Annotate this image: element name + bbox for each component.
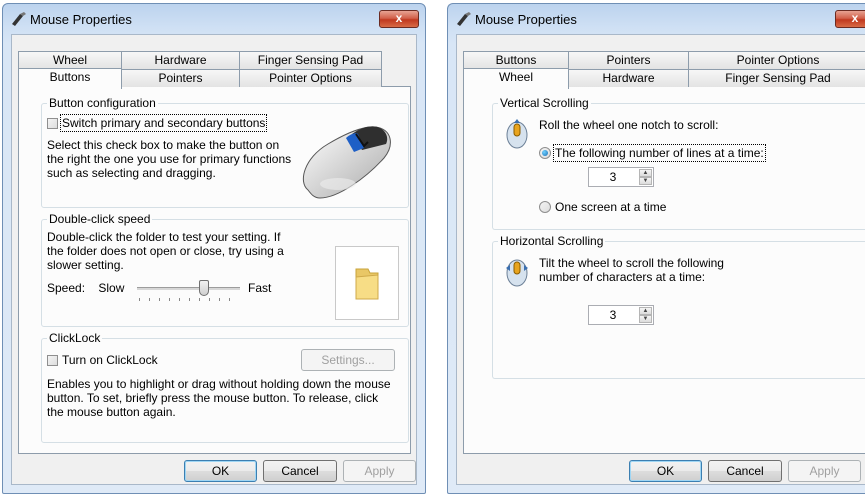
window-title: Mouse Properties <box>475 12 577 27</box>
spin-buttons: ▲ ▼ <box>639 169 652 185</box>
vertical-scrolling-group: Vertical Scrolling Roll the wheel one no… <box>492 96 865 230</box>
group-label: ClickLock <box>47 331 103 345</box>
screen-option[interactable]: One screen at a time <box>539 200 666 214</box>
mouse-properties-window-buttons: Mouse Properties x Wheel Hardware Finger… <box>2 3 426 494</box>
tab-wheel[interactable]: Wheel <box>18 51 122 69</box>
tab-pointers[interactable]: Pointers <box>568 51 689 69</box>
tab-row-back: Wheel Hardware Finger Sensing Pad <box>18 51 382 69</box>
checkbox-label: Switch primary and secondary buttons <box>59 114 268 132</box>
mouse-properties-window-wheel: Mouse Properties x Buttons Pointers Poin… <box>447 3 865 494</box>
double-click-description: Double-click the folder to test your set… <box>47 230 284 272</box>
group-label: Double-click speed <box>47 212 153 226</box>
horizontal-scrolling-group: Horizontal Scrolling Tilt the wheel to s… <box>492 234 865 379</box>
tab-finger-sensing-pad[interactable]: Finger Sensing Pad <box>239 51 382 69</box>
tab-pointer-options[interactable]: Pointer Options <box>239 69 382 87</box>
double-click-speed-group: Double-click speed Double-click the fold… <box>41 212 409 327</box>
button-config-description: Select this check box to make the button… <box>47 138 292 180</box>
spin-value[interactable]: 3 <box>589 308 637 322</box>
slider-ticks <box>139 298 238 301</box>
spin-down-button[interactable]: ▼ <box>639 315 652 323</box>
group-label: Horizontal Scrolling <box>498 234 606 248</box>
clicklock-settings-button[interactable]: Settings... <box>301 349 395 371</box>
lines-spinbox[interactable]: 3 ▲ ▼ <box>588 167 654 187</box>
tab-row-back: Buttons Pointers Pointer Options <box>463 51 865 69</box>
checkbox-box[interactable] <box>47 355 58 366</box>
clicklock-group: ClickLock Turn on ClickLock Settings... … <box>41 331 409 443</box>
radio-screen-label: One screen at a time <box>555 200 667 214</box>
tab-hardware[interactable]: Hardware <box>568 69 689 87</box>
cancel-button[interactable]: Cancel <box>708 460 782 482</box>
slider-track <box>137 287 240 290</box>
tab-row-front: Buttons Pointers Pointer Options <box>18 68 382 89</box>
radio-lines-label: The following number of lines at a time: <box>553 144 766 162</box>
apply-button[interactable]: Apply <box>343 460 416 482</box>
ok-button[interactable]: OK <box>184 460 257 482</box>
mouse-wheel-icon <box>506 119 528 149</box>
tab-finger-sensing-pad[interactable]: Finger Sensing Pad <box>688 69 865 87</box>
speed-label: Speed: <box>47 281 86 295</box>
test-folder-area[interactable] <box>335 246 399 320</box>
dialog-client: Buttons Pointers Pointer Options Wheel H… <box>456 34 865 485</box>
dialog-client: Wheel Hardware Finger Sensing Pad Button… <box>11 34 417 485</box>
spin-value[interactable]: 3 <box>589 170 637 184</box>
spin-up-button[interactable]: ▲ <box>639 307 652 315</box>
spin-buttons: ▲ ▼ <box>639 307 652 323</box>
double-click-speed-slider[interactable] <box>137 280 240 301</box>
button-configuration-group: Button configuration Switch primary and … <box>41 96 409 208</box>
mouse-image <box>302 126 391 199</box>
switch-buttons-checkbox[interactable]: Switch primary and secondary buttons <box>47 114 268 132</box>
tab-wheel[interactable]: Wheel <box>463 68 569 89</box>
mouse-tilt-icon <box>506 259 528 287</box>
tab-buttons[interactable]: Buttons <box>18 68 122 89</box>
window-title: Mouse Properties <box>30 12 132 27</box>
apply-button[interactable]: Apply <box>788 460 861 482</box>
fast-label: Fast <box>248 281 272 295</box>
speed-row: Speed: Slow <box>47 281 124 295</box>
clicklock-checkbox[interactable]: Turn on ClickLock <box>47 353 158 367</box>
folder-icon[interactable] <box>352 265 382 301</box>
mouse-pointer-icon <box>12 12 26 26</box>
tab-pointers[interactable]: Pointers <box>121 69 240 87</box>
tab-buttons[interactable]: Buttons <box>463 51 569 69</box>
tab-pointer-options[interactable]: Pointer Options <box>688 51 865 69</box>
title-bar[interactable]: Mouse Properties x <box>3 4 425 34</box>
vertical-instruction: Roll the wheel one notch to scroll: <box>539 118 719 132</box>
slider-thumb[interactable] <box>199 280 209 296</box>
group-label: Vertical Scrolling <box>498 96 591 110</box>
title-bar[interactable]: Mouse Properties x <box>448 4 865 34</box>
tab-hardware[interactable]: Hardware <box>121 51 240 69</box>
tab-panel-buttons: Button configuration Switch primary and … <box>18 86 411 454</box>
ok-button[interactable]: OK <box>629 460 702 482</box>
clicklock-description: Enables you to highlight or drag without… <box>47 377 391 419</box>
lines-option[interactable]: The following number of lines at a time: <box>539 144 766 162</box>
radio-lines[interactable] <box>539 147 551 159</box>
tab-row-front: Wheel Hardware Finger Sensing Pad <box>463 68 865 89</box>
slow-label: Slow <box>98 281 125 295</box>
radio-screen[interactable] <box>539 201 551 213</box>
close-button[interactable]: x <box>835 10 865 28</box>
checkbox-box[interactable] <box>47 118 58 129</box>
characters-spinbox[interactable]: 3 ▲ ▼ <box>588 305 654 325</box>
spin-down-button[interactable]: ▼ <box>639 177 652 185</box>
horizontal-instruction: Tilt the wheel to scroll the following n… <box>539 256 724 284</box>
checkbox-label: Turn on ClickLock <box>62 353 158 367</box>
spin-up-button[interactable]: ▲ <box>639 169 652 177</box>
mouse-pointer-icon <box>457 12 471 26</box>
cancel-button[interactable]: Cancel <box>263 460 337 482</box>
close-button[interactable]: x <box>379 10 419 28</box>
tab-panel-wheel: Vertical Scrolling Roll the wheel one no… <box>463 86 865 454</box>
group-label: Button configuration <box>47 96 158 110</box>
